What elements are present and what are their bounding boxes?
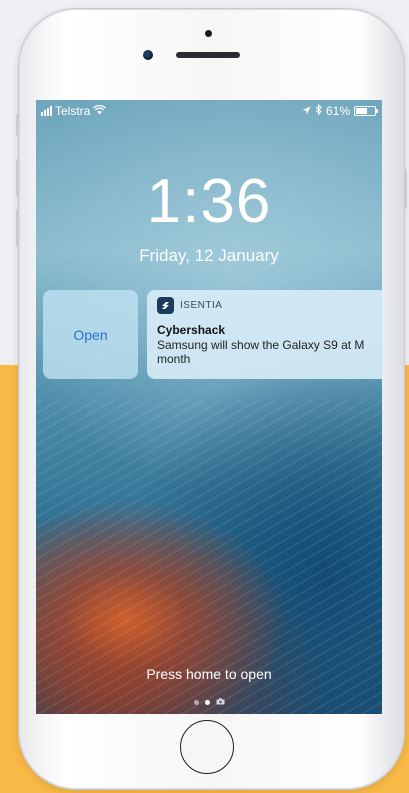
notification-app-name: ISENTIA	[180, 300, 223, 311]
battery-icon	[354, 106, 378, 116]
page-dot-active	[204, 700, 210, 705]
isentia-app-icon	[157, 297, 174, 314]
lock-screen: Telstra 61% 1:36 Friday, 12 January Pres…	[36, 100, 382, 714]
lock-time: 1:36	[146, 167, 272, 236]
status-right: 61%	[302, 103, 378, 118]
home-button[interactable]	[180, 720, 234, 774]
mute-switch	[16, 114, 19, 136]
signal-icon	[41, 106, 52, 116]
status-left: Telstra	[41, 104, 107, 118]
notification-body: Samsung will show the Galaxy S9 at M mon…	[157, 338, 383, 366]
status-bar: Telstra 61%	[36, 100, 382, 120]
notification-body-line1: Samsung will show the Galaxy S9 at M	[157, 338, 365, 352]
earpiece-speaker	[176, 52, 240, 58]
location-arrow-icon	[302, 104, 311, 118]
camera-icon	[216, 698, 225, 707]
open-notification-button[interactable]: Open	[43, 290, 138, 379]
notification-body-line2: month	[157, 352, 191, 366]
bluetooth-icon	[315, 103, 322, 118]
front-camera-icon	[143, 50, 153, 60]
power-button	[404, 169, 407, 209]
notification-header: ISENTIA	[157, 297, 222, 314]
volume-down-button	[16, 209, 19, 247]
volume-up-button	[16, 159, 19, 197]
press-home-hint: Press home to open	[146, 666, 272, 682]
battery-level	[356, 108, 367, 114]
page-indicator	[36, 698, 382, 707]
sensor-icon	[205, 30, 212, 37]
page-dot	[193, 700, 199, 705]
battery-percent: 61%	[325, 104, 350, 118]
notification-title: Cybershack	[157, 323, 226, 337]
notification-card[interactable]: ISENTIA Cybershack Samsung will show the…	[147, 290, 383, 379]
open-button-label: Open	[73, 326, 108, 343]
wifi-icon	[93, 104, 107, 118]
carrier-name: Telstra	[55, 104, 91, 118]
lock-date: Friday, 12 January	[139, 246, 279, 265]
